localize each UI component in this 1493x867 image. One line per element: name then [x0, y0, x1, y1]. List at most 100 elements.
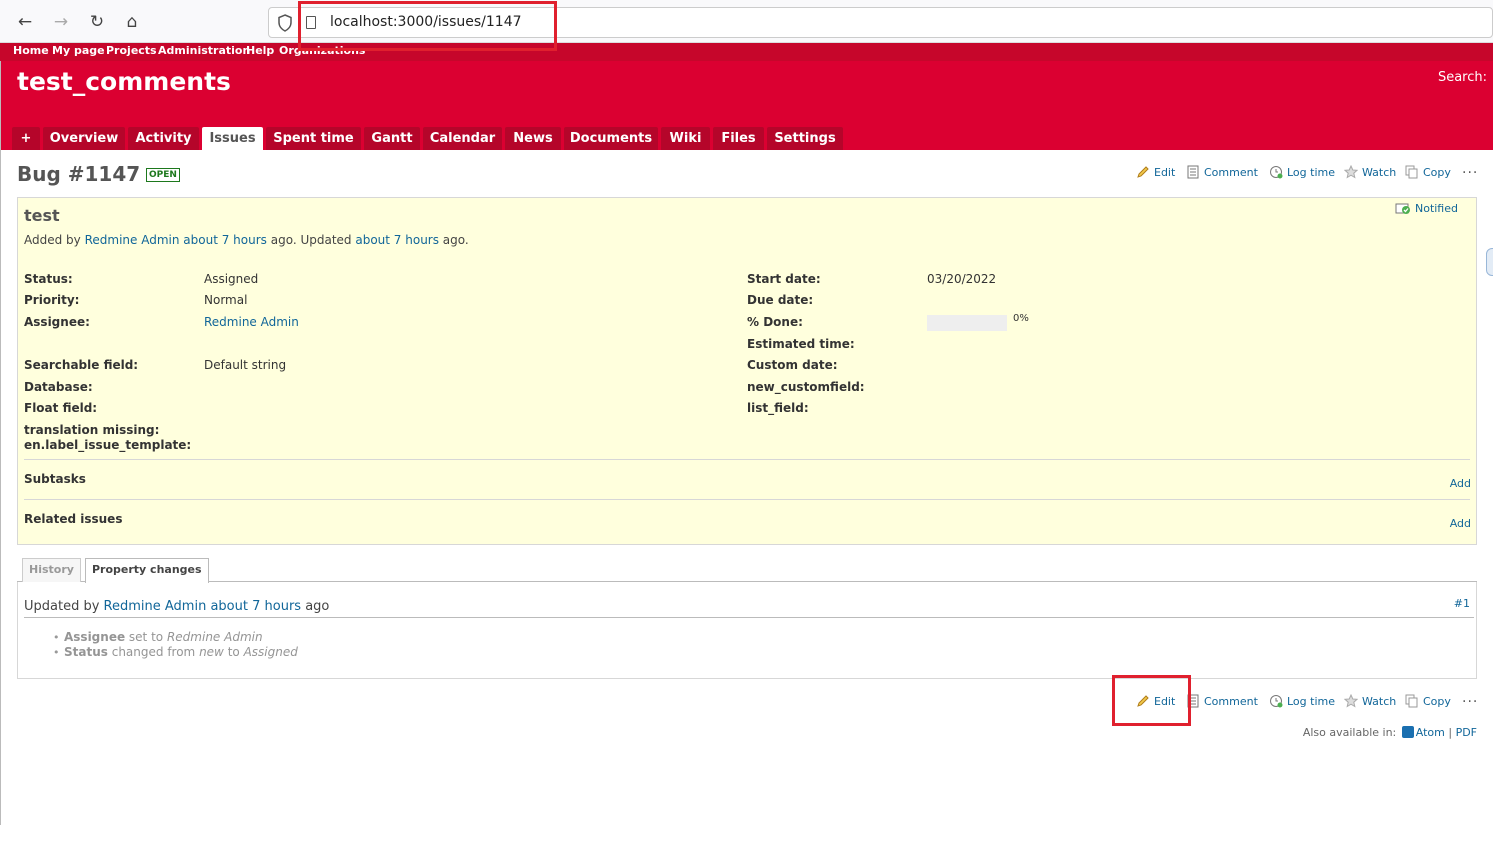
back-arrow-icon[interactable]: ← [14, 11, 36, 33]
start-date-value: 03/20/2022 [927, 272, 997, 286]
related-divider [24, 499, 1470, 500]
issue-details: test Notified Added by Redmine Admin abo… [17, 197, 1477, 545]
sidebar-toggle[interactable] [1486, 248, 1493, 276]
journal-header: Updated by Redmine Admin about 7 hours a… [24, 599, 329, 614]
added-ago-link[interactable]: about 7 hours [183, 233, 267, 247]
updated-prefix: ago. Updated [266, 233, 356, 247]
tab-history[interactable]: History [22, 558, 81, 582]
log-time-label: Log time [1287, 166, 1335, 179]
add-subtask-link[interactable]: Add [1450, 477, 1471, 490]
tab-calendar[interactable]: Calendar [423, 127, 502, 150]
translation-missing-label: translation missing: [24, 423, 160, 437]
project-header: test_comments Search: + Overview Activit… [0, 61, 1493, 150]
star-icon [1344, 165, 1358, 179]
database-label: Database: [24, 380, 93, 394]
detail-text: set to [125, 630, 167, 644]
tab-property-changes[interactable]: Property changes [85, 558, 209, 583]
clock-icon [1270, 695, 1283, 708]
tab-settings[interactable]: Settings [767, 127, 843, 150]
more-actions-button[interactable]: ... [1462, 161, 1478, 177]
copy-link[interactable]: Copy [1405, 694, 1451, 708]
priority-label: Priority: [24, 293, 80, 307]
status-value: Assigned [204, 272, 259, 286]
top-menu-my-page[interactable]: My page [52, 44, 105, 57]
status-label: Status: [24, 272, 73, 286]
subtasks-divider [24, 459, 1470, 460]
assignee-label: Assignee: [24, 315, 90, 329]
edit-link[interactable]: Edit [1136, 165, 1175, 179]
searchable-field-label: Searchable field: [24, 358, 139, 372]
issue-heading: Bug #1147 [17, 162, 141, 186]
searchable-field-value: Default string [204, 358, 287, 372]
related-issues-title: Related issues [24, 512, 123, 526]
project-title: test_comments [17, 67, 231, 96]
status-badge: OPEN [146, 168, 180, 182]
issue-template-label: en.label_issue_template: [24, 438, 192, 452]
issue-subject: test [24, 206, 60, 225]
tab-spent-time[interactable]: Spent time [266, 127, 361, 150]
tab-wiki[interactable]: Wiki [661, 127, 710, 150]
detail-field: Status [64, 645, 108, 659]
done-ratio-value: 0% [1013, 313, 1029, 324]
top-menu-help[interactable]: Help [246, 44, 274, 57]
also-available-label: Also available in: [1302, 726, 1397, 739]
tab-files[interactable]: Files [713, 127, 764, 150]
watch-label: Watch [1362, 166, 1397, 179]
updated-suffix: ago. [438, 233, 469, 247]
journal-number-link[interactable]: #1 [1454, 597, 1470, 610]
start-date-label: Start date: [747, 272, 821, 286]
add-related-link[interactable]: Add [1450, 517, 1471, 530]
new-customfield-label: new_customfield: [747, 380, 865, 394]
tab-documents[interactable]: Documents [564, 127, 658, 150]
watch-link[interactable]: Watch [1344, 165, 1396, 179]
journal-detail: Status changed from new to Assigned [64, 645, 298, 659]
author-prefix: Added by [24, 233, 85, 247]
assignee-link[interactable]: Redmine Admin [204, 315, 299, 329]
more-actions-button[interactable]: ... [1462, 690, 1478, 706]
journal-ago-link[interactable]: about 7 hours [210, 599, 301, 614]
done-ratio-label: % Done: [747, 315, 803, 329]
tab-issues[interactable]: Issues [202, 127, 263, 150]
detail-value: Redmine Admin [166, 630, 263, 644]
author-link[interactable]: Redmine Admin [85, 233, 180, 247]
footer-separator: | [1448, 726, 1453, 739]
top-menu-projects[interactable]: Projects [106, 44, 157, 57]
tab-activity[interactable]: Activity [128, 127, 199, 150]
copy-icon [1405, 694, 1418, 708]
tab-gantt[interactable]: Gantt [364, 127, 420, 150]
log-time-label: Log time [1287, 695, 1335, 708]
atom-link[interactable]: Atom [1416, 726, 1445, 739]
copy-label: Copy [1423, 166, 1451, 179]
also-available: Also available in: Atom | PDF [1303, 726, 1477, 739]
history-tabs: History Property changes [17, 557, 1477, 583]
home-icon[interactable]: ⌂ [121, 11, 143, 33]
tab-overview[interactable]: Overview [43, 127, 125, 150]
watch-link[interactable]: Watch [1344, 694, 1396, 708]
star-icon [1344, 694, 1358, 708]
top-menu-home[interactable]: Home [13, 44, 49, 57]
list-bullet: • [53, 631, 60, 644]
updated-ago-link[interactable]: about 7 hours [355, 233, 439, 247]
journal-author-link[interactable]: Redmine Admin [104, 599, 207, 614]
detail-to: to [223, 645, 244, 659]
rss-feed-icon [1401, 726, 1414, 738]
tab-new[interactable]: + [12, 127, 40, 150]
comment-label: Comment [1204, 166, 1258, 179]
shield-icon [278, 14, 292, 32]
top-menu-administration[interactable]: Administration [158, 44, 250, 57]
author-line: Added by Redmine Admin about 7 hours ago… [24, 233, 469, 247]
log-time-link[interactable]: Log time [1269, 694, 1335, 708]
reload-icon[interactable]: ↻ [86, 11, 108, 33]
notified-link[interactable]: Notified [1395, 201, 1458, 215]
pdf-link[interactable]: PDF [1456, 726, 1477, 739]
url-highlight-box [298, 1, 557, 51]
list-bullet: • [53, 646, 60, 659]
log-time-link[interactable]: Log time [1269, 165, 1335, 179]
comment-icon [1187, 165, 1199, 179]
forward-arrow-icon[interactable]: → [50, 11, 72, 33]
tab-news[interactable]: News [505, 127, 561, 150]
copy-link[interactable]: Copy [1405, 165, 1451, 179]
done-progress-bar [927, 315, 1007, 331]
comment-link[interactable]: Comment [1186, 694, 1258, 708]
comment-link[interactable]: Comment [1186, 165, 1258, 179]
